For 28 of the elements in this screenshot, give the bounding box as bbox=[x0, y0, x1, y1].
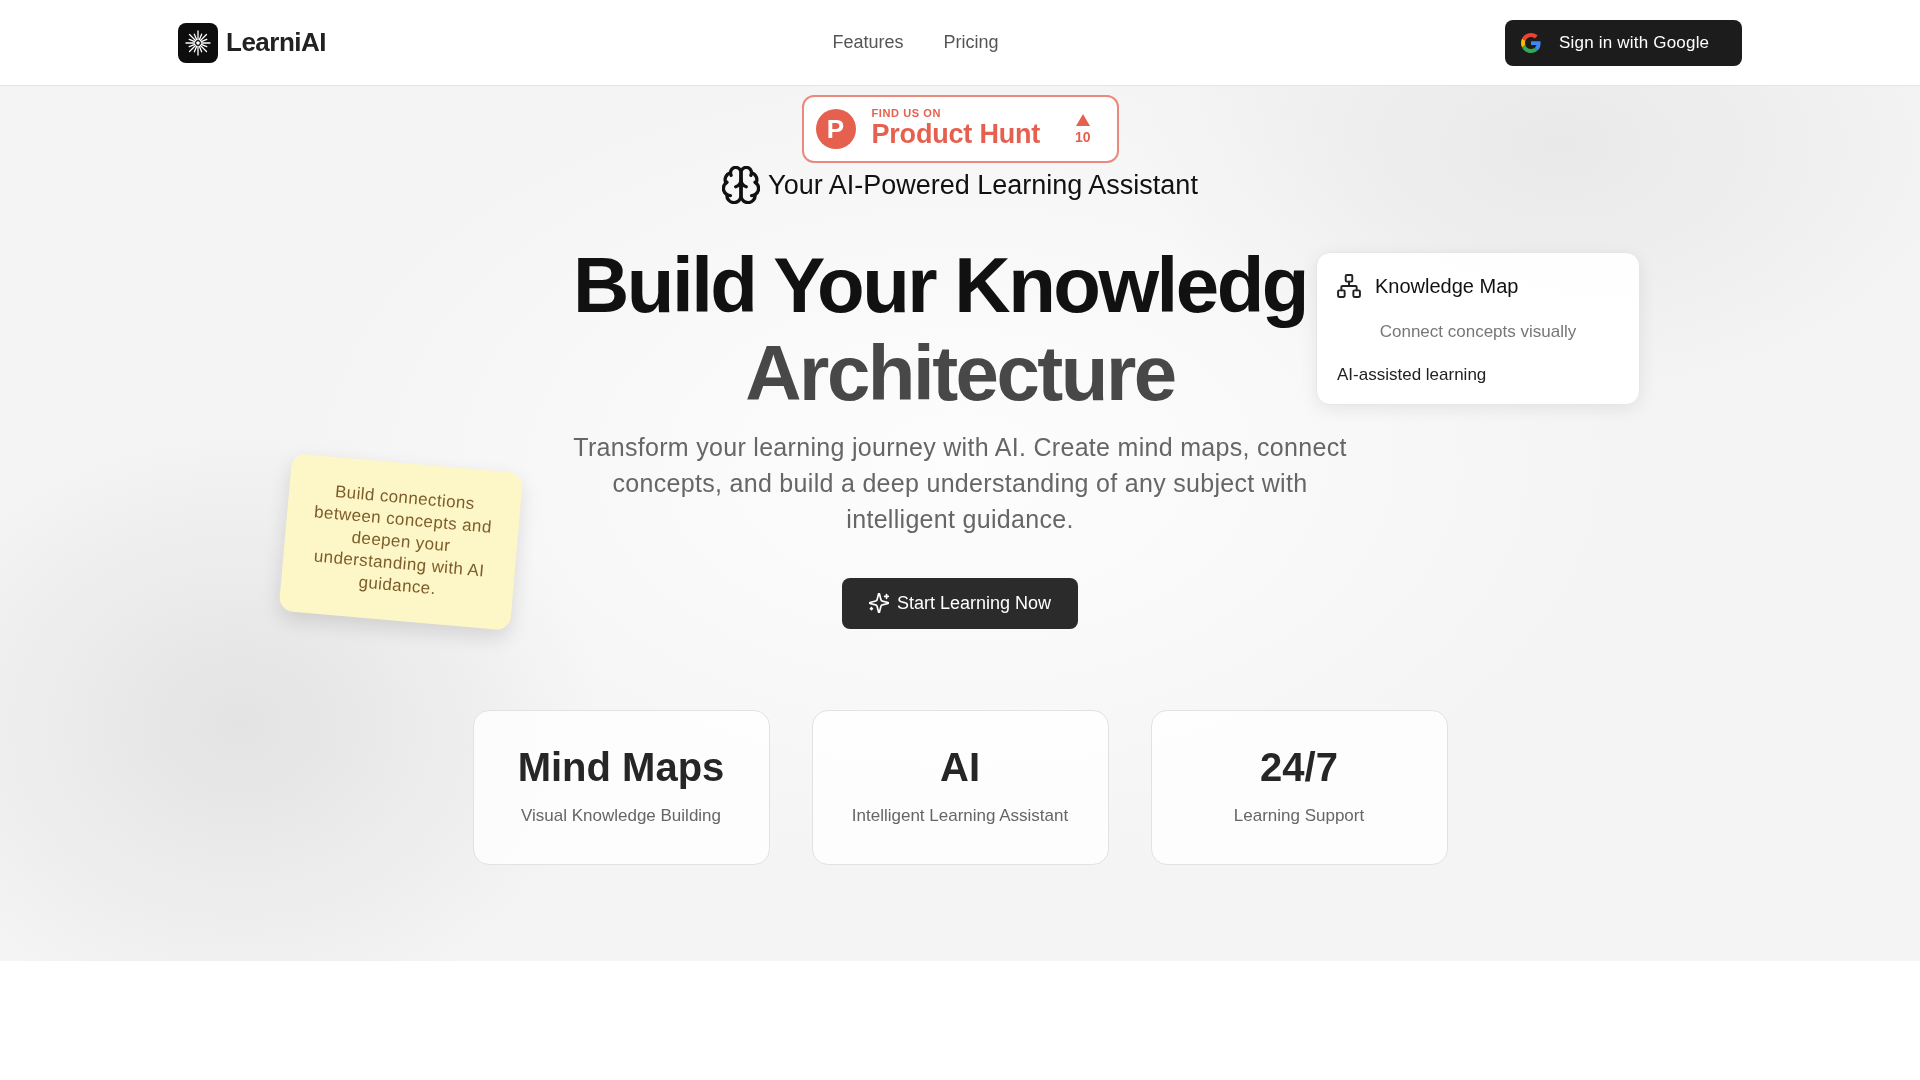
sitemap-icon bbox=[1337, 274, 1361, 298]
card-subtitle: Connect concepts visually bbox=[1378, 321, 1578, 343]
badge-eyebrow: FIND US ON bbox=[871, 107, 943, 119]
stat-label: Intelligent Learning Assistant bbox=[851, 805, 1069, 828]
brand-name[interactable]: LearniAI bbox=[226, 23, 327, 62]
start-learning-button[interactable]: Start Learning Now bbox=[842, 577, 1078, 629]
nav-link[interactable]: Features bbox=[832, 29, 904, 56]
sticky-note: Build connections between concepts and deepen your understanding with AI guidance. bbox=[278, 453, 524, 632]
hero-heading-line: Build Your Knowledg bbox=[573, 240, 1308, 329]
google-icon bbox=[1521, 32, 1541, 53]
upvote-count: 10 bbox=[1074, 130, 1091, 144]
triangle-icon bbox=[1075, 114, 1090, 126]
nav-link[interactable]: Pricing bbox=[943, 29, 999, 56]
tagline: Your AI-Powered Learning Assistant bbox=[768, 169, 1198, 202]
stat-label: Learning Support bbox=[1233, 805, 1365, 828]
stat-value: Mind Maps bbox=[517, 745, 725, 790]
card-footer-text: AI-assisted learning bbox=[1337, 363, 1488, 386]
stat-label: Visual Knowledge Building bbox=[520, 805, 722, 828]
brain-icon bbox=[722, 166, 761, 205]
stat-value: AI bbox=[940, 745, 980, 790]
sign-in-button[interactable]: Sign in with Google bbox=[1505, 19, 1742, 66]
logo-icon[interactable] bbox=[178, 22, 218, 63]
sparkle-icon bbox=[868, 593, 889, 613]
hero-description: Transform your learning journey with AI. Create mind maps, connect concepts, and build a deep understanding of any subject with intelligent guidance. bbox=[572, 431, 1348, 535]
badge-title: Product Hunt bbox=[871, 118, 1042, 150]
stat-value: 24/7 bbox=[1260, 745, 1338, 790]
product-hunt-logo: P bbox=[815, 109, 856, 149]
card-title: Knowledge Map bbox=[1375, 274, 1519, 299]
